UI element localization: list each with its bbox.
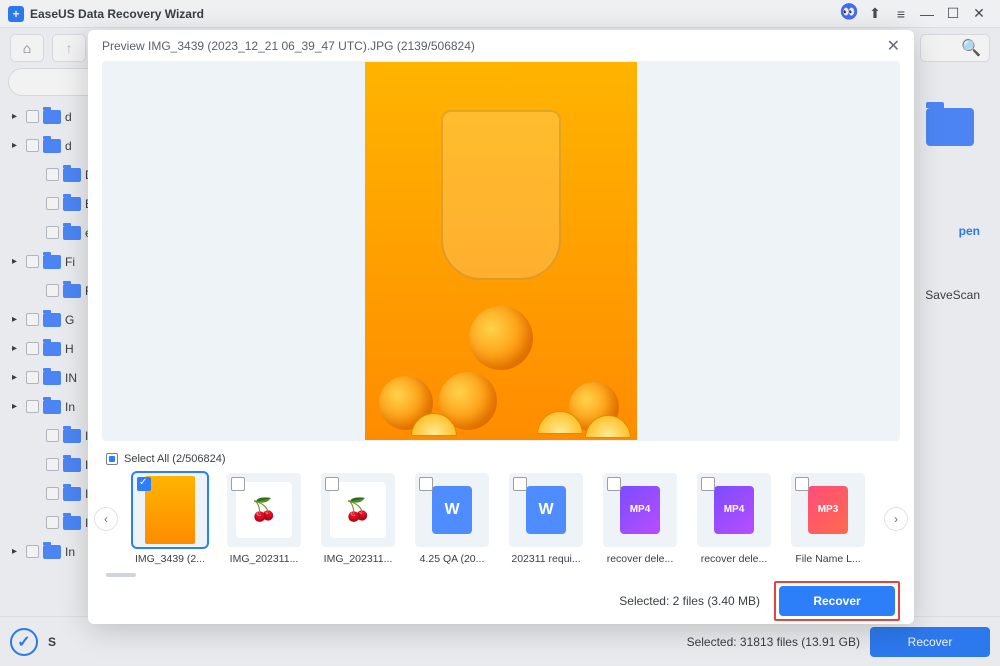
thumb-caption: recover dele...: [598, 553, 682, 565]
thumbnail[interactable]: IMG_202311...: [316, 473, 400, 565]
thumbnail[interactable]: IMG_3439 (2...: [128, 473, 212, 565]
close-icon[interactable]: ✕: [887, 36, 900, 56]
select-all-label: Select All (2/506824): [124, 453, 226, 465]
thumb-checkbox[interactable]: [701, 477, 715, 491]
thumbnail-strip: IMG_3439 (2... IMG_202311... IMG_202311.…: [124, 471, 878, 567]
thumb-checkbox[interactable]: [231, 477, 245, 491]
modal-title: Preview IMG_3439 (2023_12_21 06_39_47 UT…: [102, 39, 475, 53]
thumb-caption: IMG_202311...: [316, 553, 400, 565]
thumb-checkbox[interactable]: [419, 477, 433, 491]
preview-image: [365, 62, 637, 440]
select-all-checkbox[interactable]: [106, 453, 118, 465]
recover-button[interactable]: Recover: [779, 586, 895, 616]
thumb-checkbox[interactable]: [607, 477, 621, 491]
thumb-caption: IMG_3439 (2...: [128, 553, 212, 565]
thumbnail[interactable]: W 202311 requi...: [504, 473, 588, 565]
scrollbar[interactable]: [106, 573, 896, 578]
thumbnail[interactable]: W 4.25 QA (20...: [410, 473, 494, 565]
strip-next-button[interactable]: ›: [884, 507, 908, 531]
thumb-checkbox[interactable]: [513, 477, 527, 491]
thumb-caption: File Name L...: [786, 553, 870, 565]
recover-highlight: Recover: [774, 581, 900, 621]
strip-prev-button[interactable]: ‹: [94, 507, 118, 531]
select-all-row[interactable]: Select All (2/506824): [88, 447, 914, 471]
thumbnail[interactable]: MP3 File Name L...: [786, 473, 870, 565]
thumb-caption: 202311 requi...: [504, 553, 588, 565]
thumbnail[interactable]: IMG_202311...: [222, 473, 306, 565]
modal-header: Preview IMG_3439 (2023_12_21 06_39_47 UT…: [88, 30, 914, 61]
thumbnail[interactable]: MP4 recover dele...: [692, 473, 776, 565]
preview-modal: Preview IMG_3439 (2023_12_21 06_39_47 UT…: [88, 30, 914, 624]
thumb-checkbox[interactable]: [137, 477, 151, 491]
thumb-caption: recover dele...: [692, 553, 776, 565]
modal-selected-text: Selected: 2 files (3.40 MB): [619, 594, 760, 608]
modal-footer: Selected: 2 files (3.40 MB) Recover: [88, 578, 914, 624]
thumb-caption: 4.25 QA (20...: [410, 553, 494, 565]
thumb-checkbox[interactable]: [325, 477, 339, 491]
thumbnail[interactable]: MP4 recover dele...: [598, 473, 682, 565]
thumb-caption: IMG_202311...: [222, 553, 306, 565]
thumb-checkbox[interactable]: [795, 477, 809, 491]
preview-area: [102, 61, 900, 441]
